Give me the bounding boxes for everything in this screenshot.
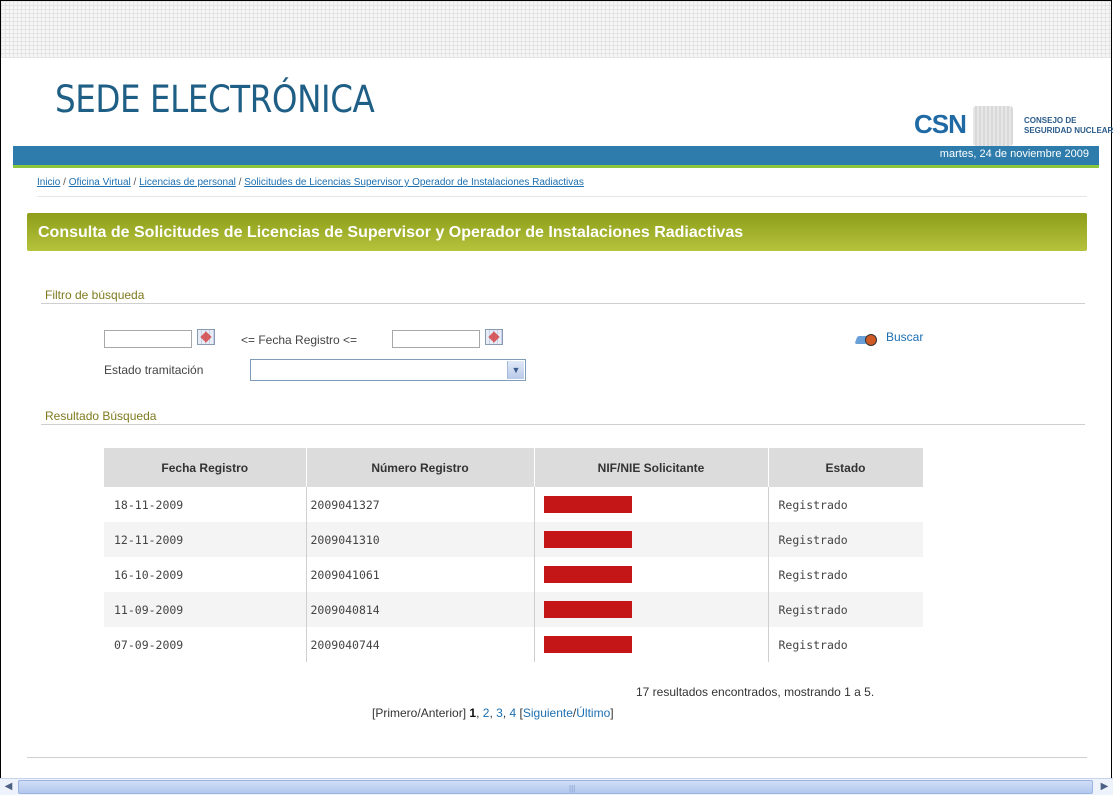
top-band: martes, 24 de noviembre 2009 — [13, 146, 1099, 165]
cell-numero: 2009041327 — [306, 487, 535, 522]
cell-fecha: 18-11-2009 — [104, 487, 307, 522]
breadcrumb-divider — [37, 196, 1087, 197]
breadcrumb-separator: / — [60, 177, 69, 188]
logo-line-2: SEGURIDAD NUCLEAR — [1024, 126, 1113, 135]
status-label: Estado tramitación — [104, 363, 204, 377]
page-title-bar: Consulta de Solicitudes de Licencias de … — [27, 213, 1087, 251]
table-row[interactable]: 11-09-2009 2009040814 Registrado — [104, 592, 923, 627]
results-section-label: Resultado Búsqueda — [45, 409, 157, 423]
table-row[interactable]: 12-11-2009 2009041310 Registrado — [104, 522, 923, 557]
table-row[interactable]: 18-11-2009 2009041327 Registrado — [104, 487, 923, 522]
search-button-label: Buscar — [886, 330, 924, 344]
cell-fecha: 11-09-2009 — [104, 592, 307, 627]
pager-current-page: 1 — [469, 706, 477, 720]
results-summary: 17 resultados encontrados, mostrando 1 a… — [636, 685, 875, 699]
scrollbar-grip-icon: ||| — [569, 784, 576, 793]
filter-section-divider — [41, 303, 1085, 304]
results-table: Fecha Registro Número Registro NIF/NIE S… — [104, 448, 924, 662]
pager-page-2[interactable]: 2 — [483, 706, 490, 720]
scroll-right-icon[interactable]: ▶ — [1096, 779, 1113, 795]
pagination: [Primero/Anterior] 1, 2, 3, 4 [Siguiente… — [372, 706, 614, 720]
table-row[interactable]: 07-09-2009 2009040744 Registrado — [104, 627, 923, 662]
cell-fecha: 07-09-2009 — [104, 627, 307, 662]
pager-bracket: ] — [462, 706, 467, 720]
cell-nif — [534, 557, 769, 592]
breadcrumb-separator: / — [130, 177, 140, 188]
content-bottom-divider — [27, 757, 1087, 758]
status-select[interactable]: ▼ — [250, 359, 526, 381]
cell-numero: 2009040744 — [306, 627, 535, 662]
column-header-nif[interactable]: NIF/NIE Solicitante — [534, 448, 769, 487]
cell-estado: Registrado — [768, 627, 923, 662]
breadcrumb-licencias-personal[interactable]: Licencias de personal — [139, 177, 236, 188]
cell-numero: 2009041310 — [306, 522, 535, 557]
pager-bracket: ] — [610, 706, 614, 720]
table-row[interactable]: 16-10-2009 2009041061 Registrado — [104, 557, 923, 592]
logo-text: CONSEJO DE SEGURIDAD NUCLEAR — [1024, 116, 1113, 136]
cell-fecha: 12-11-2009 — [104, 522, 307, 557]
cell-estado: Registrado — [768, 487, 923, 522]
cell-fecha: 16-10-2009 — [104, 557, 307, 592]
results-section-divider — [41, 424, 1085, 425]
cell-estado: Registrado — [768, 522, 923, 557]
calendar-icon[interactable] — [485, 329, 503, 345]
table-header-row: Fecha Registro Número Registro NIF/NIE S… — [104, 448, 924, 487]
header-pattern — [1, 1, 1111, 58]
cell-nif — [534, 487, 769, 522]
redaction-block — [543, 496, 632, 513]
redaction-block — [543, 531, 632, 548]
column-header-fecha[interactable]: Fecha Registro — [104, 448, 307, 487]
breadcrumb: Inicio / Oficina Virtual / Licencias de … — [37, 177, 584, 188]
filter-section-label: Filtro de búsqueda — [45, 288, 145, 302]
chevron-down-icon[interactable]: ▼ — [507, 361, 524, 379]
cell-nif — [534, 627, 769, 662]
pager-page-4[interactable]: 4 — [510, 706, 517, 720]
cell-estado: Registrado — [768, 557, 923, 592]
logo-line-1: CONSEJO DE — [1024, 116, 1077, 125]
breadcrumb-solicitudes[interactable]: Solicitudes de Licencias Supervisor y Op… — [244, 177, 584, 188]
redaction-block — [543, 601, 632, 618]
pager-last[interactable]: Último — [576, 706, 610, 720]
cell-numero: 2009040814 — [306, 592, 535, 627]
date-range-label: <= Fecha Registro <= — [241, 333, 358, 347]
pager-prev: Anterior — [420, 706, 463, 720]
coat-of-arms-icon — [973, 106, 1013, 146]
cell-estado: Registrado — [768, 592, 923, 627]
pager-next[interactable]: Siguiente — [523, 706, 573, 720]
column-header-numero[interactable]: Número Registro — [306, 448, 535, 487]
site-title: SEDE ELECTRÓNICA — [55, 78, 375, 121]
scroll-left-icon[interactable]: ◀ — [0, 779, 17, 795]
breadcrumb-inicio[interactable]: Inicio — [37, 177, 60, 188]
scrollbar-thumb[interactable]: ||| — [18, 780, 1093, 794]
green-divider — [13, 165, 1099, 168]
redaction-block — [543, 636, 632, 653]
pager-page-3[interactable]: 3 — [496, 706, 503, 720]
cell-nif — [534, 592, 769, 627]
breadcrumb-separator: / — [235, 177, 245, 188]
redaction-block — [543, 566, 632, 583]
cell-nif — [534, 522, 769, 557]
pager-first: Primero — [375, 706, 418, 720]
current-date: martes, 24 de noviembre 2009 — [939, 148, 1089, 160]
date-to-input[interactable] — [392, 330, 480, 348]
page-title: Consulta de Solicitudes de Licencias de … — [38, 224, 744, 241]
calendar-icon[interactable] — [197, 329, 215, 345]
horizontal-scrollbar[interactable]: ◀ ||| ▶ — [0, 778, 1113, 795]
cell-numero: 2009041061 — [306, 557, 535, 592]
column-header-estado[interactable]: Estado — [768, 448, 924, 487]
search-icon — [856, 332, 878, 346]
logo-acronym: CSN — [914, 109, 967, 139]
breadcrumb-oficina-virtual[interactable]: Oficina Virtual — [69, 177, 131, 188]
date-from-input[interactable] — [104, 330, 192, 348]
